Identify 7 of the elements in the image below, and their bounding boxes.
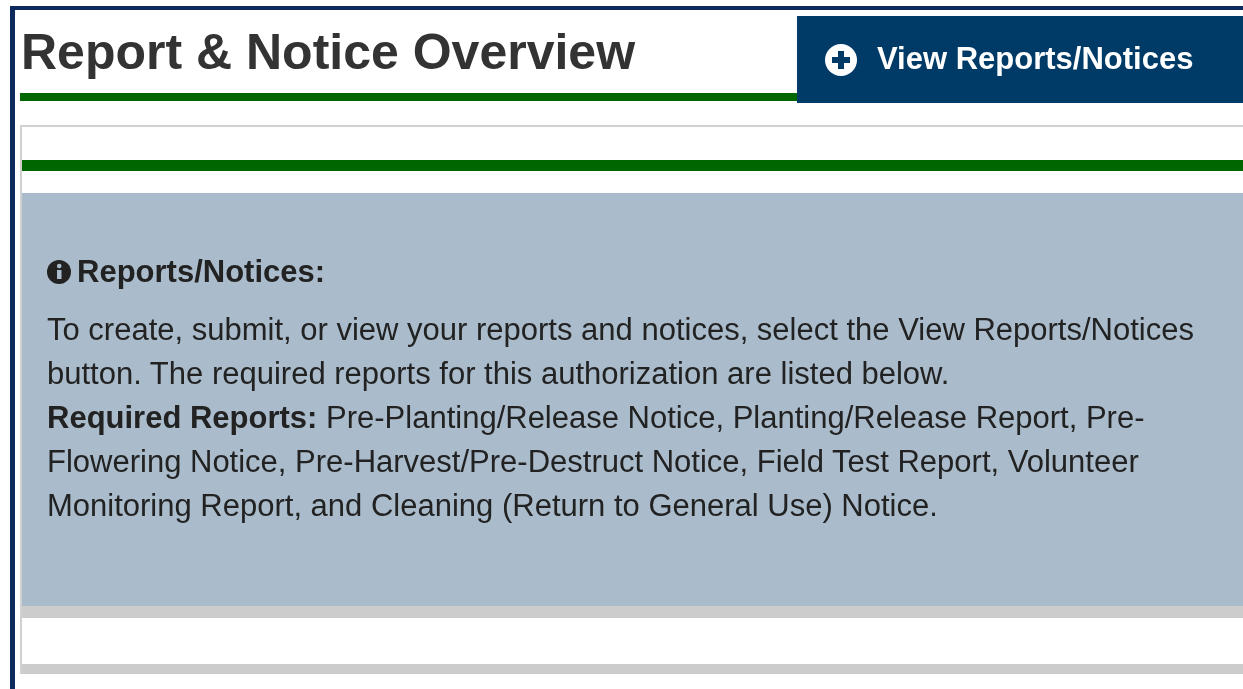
info-icon bbox=[47, 260, 71, 285]
page-title: Report & Notice Overview bbox=[21, 27, 637, 77]
plus-circle-icon bbox=[825, 43, 857, 76]
info-text: To create, submit, or view your reports and notices, select the View Reports/Notices button. The required reports for this authorization are listed below. bbox=[47, 310, 1195, 393]
info-heading: Reports/Notices: bbox=[77, 253, 326, 291]
view-reports-button[interactable]: View Reports/Notices bbox=[797, 16, 1243, 103]
required-reports-text: Required Reports: Pre-Planting/Release Notice, Planting/Release Report, Pre-Flowering Notice, Pre-Harvest/Pre-Destruct Notice, Field Test Report, Volunteer Monitoring Report, and Cleaning (Return to General Use) Notice. bbox=[47, 398, 1146, 525]
